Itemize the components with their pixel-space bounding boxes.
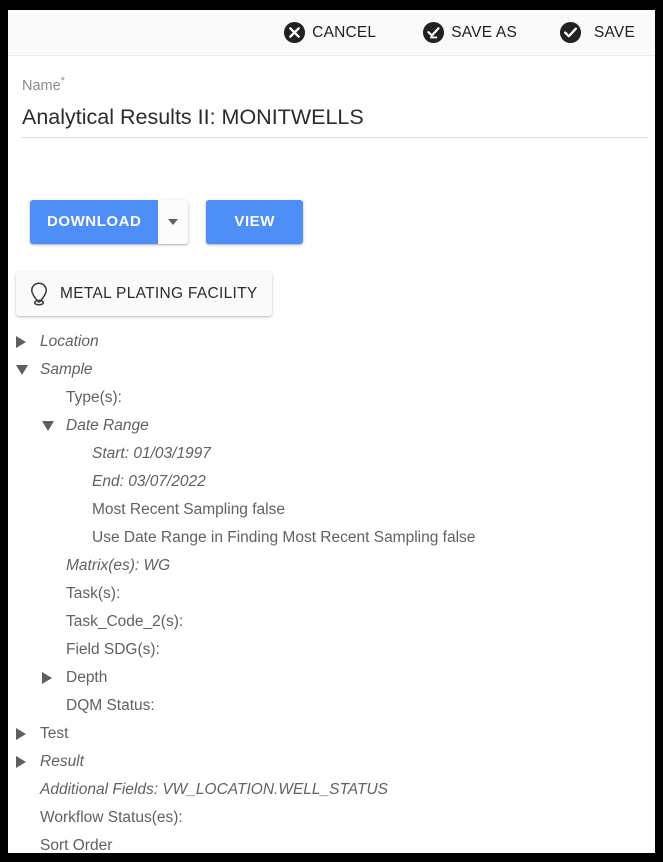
download-button[interactable]: DOWNLOAD [30, 199, 159, 244]
tree-node-label: Workflow Status(es): [40, 808, 183, 826]
download-split-button: DOWNLOAD [30, 199, 189, 244]
tree-node[interactable]: Depth [16, 664, 655, 692]
triangle-right-glyph [16, 335, 26, 348]
action-button-row: DOWNLOAD VIEW [8, 199, 655, 244]
tree-node-label: Sort Order [40, 836, 113, 853]
tree-node-label: Type(s): [66, 388, 122, 406]
name-label-text: Name [22, 77, 61, 94]
tree-node-label: Location [40, 332, 99, 350]
top-toolbar: CANCEL SAVE AS SAVE [8, 10, 655, 56]
window-frame: CANCEL SAVE AS SAVE Name* Analytical Res… [0, 0, 663, 862]
tree-node-label: Test [40, 724, 69, 742]
triangle-down-glyph [42, 420, 54, 431]
tree-node: End: 03/07/2022 [16, 468, 655, 496]
triangle-right-glyph [16, 755, 26, 768]
save-as-check-circle-icon [423, 21, 445, 44]
cancel-circle-icon [284, 21, 306, 44]
tree-node-label: Depth [66, 668, 108, 686]
tree-node: Sort Order [16, 832, 655, 853]
tree-node: Start: 01/03/1997 [16, 440, 655, 468]
tree-node-label: DQM Status: [66, 696, 155, 714]
tree-node-label: Additional Fields: VW_LOCATION.WELL_STAT… [40, 780, 388, 798]
expand-triangle-right-icon[interactable] [16, 727, 34, 740]
view-button[interactable]: VIEW [206, 199, 303, 244]
tree-node: Most Recent Sampling false [16, 496, 655, 524]
facility-chip-label: METAL PLATING FACILITY [60, 284, 258, 302]
name-input[interactable] [22, 104, 648, 138]
check-circle-icon [559, 21, 582, 44]
cancel-button[interactable]: CANCEL [275, 17, 384, 48]
triangle-right-glyph [16, 727, 26, 740]
criteria-tree: Location Sample Type(s): Date Range Start: 0… [8, 328, 655, 853]
name-field-block: Name* [8, 56, 655, 138]
save-as-button[interactable]: SAVE AS [414, 17, 525, 48]
tree-node[interactable]: Sample [16, 356, 655, 384]
app-window: CANCEL SAVE AS SAVE Name* Analytical Res… [8, 10, 655, 853]
triangle-right-glyph [42, 671, 52, 684]
tree-node: Type(s): [16, 384, 655, 412]
tree-node: Use Date Range in Finding Most Recent Sa… [16, 524, 655, 552]
save-as-button-label: SAVE AS [451, 23, 517, 41]
tree-node-label: Sample [40, 360, 93, 378]
location-pin-icon [31, 282, 47, 306]
tree-node: DQM Status: [16, 692, 655, 720]
tree-node[interactable]: Result [16, 748, 655, 776]
tree-node-label: Use Date Range in Finding Most Recent Sa… [92, 528, 476, 546]
tree-node: Task_Code_2(s): [16, 608, 655, 636]
tree-node-label: Task_Code_2(s): [66, 612, 184, 630]
download-dropdown-button[interactable] [158, 199, 189, 244]
tree-node: Task(s): [16, 580, 655, 608]
tree-node-label: Task(s): [66, 584, 121, 602]
required-asterisk: * [60, 75, 65, 87]
expand-triangle-right-icon[interactable] [16, 335, 34, 348]
tree-node-label: Result [40, 752, 84, 770]
tree-node[interactable]: Location [16, 328, 655, 356]
facility-chip-row: METAL PLATING FACILITY [8, 271, 655, 316]
tree-node-label: Date Range [66, 416, 149, 434]
tree-node[interactable]: Test [16, 720, 655, 748]
tree-node: Workflow Status(es): [16, 804, 655, 832]
tree-node-label: Most Recent Sampling false [92, 500, 285, 518]
tree-node[interactable]: Date Range [16, 412, 655, 440]
cancel-button-label: CANCEL [312, 23, 377, 41]
tree-node: Field SDG(s): [16, 636, 655, 664]
collapse-triangle-down-icon[interactable] [42, 420, 60, 431]
save-button[interactable]: SAVE [551, 17, 643, 48]
tree-node-label: Matrix(es): WG [66, 556, 171, 574]
expand-triangle-right-icon[interactable] [16, 755, 34, 768]
tree-node-label: Start: 01/03/1997 [92, 444, 211, 462]
tree-node: Additional Fields: VW_LOCATION.WELL_STAT… [16, 776, 655, 804]
chevron-down-icon [168, 218, 179, 225]
triangle-down-glyph [16, 364, 28, 375]
save-button-label: SAVE [593, 23, 635, 41]
expand-triangle-right-icon[interactable] [42, 671, 60, 684]
facility-chip[interactable]: METAL PLATING FACILITY [16, 271, 272, 316]
tree-node-label: End: 03/07/2022 [92, 472, 206, 490]
tree-node-label: Field SDG(s): [66, 640, 160, 658]
tree-node: Matrix(es): WG [16, 552, 655, 580]
name-field-label: Name* [22, 72, 639, 95]
collapse-triangle-down-icon[interactable] [16, 364, 34, 375]
